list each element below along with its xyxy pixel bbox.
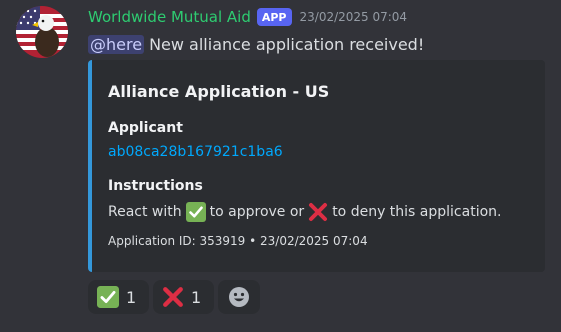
field-value-instructions: React with to approve or to deny this ap… [108, 201, 501, 223]
message-content: @here New alliance application received! [88, 32, 424, 56]
avatar[interactable] [16, 6, 68, 58]
instructions-text-before: React with [108, 204, 182, 220]
instructions-text-after: to deny this application. [332, 204, 502, 220]
embed-card: Alliance Application - US Applicant ab08… [88, 60, 545, 272]
check-mark-icon [185, 202, 206, 222]
field-name-instructions: Instructions [108, 178, 203, 194]
reactions-bar: 1 1 [88, 280, 260, 314]
add-reaction-icon [228, 286, 250, 308]
add-reaction-button[interactable] [218, 280, 260, 314]
check-mark-icon [97, 286, 119, 308]
field-name-applicant: Applicant [108, 120, 183, 136]
embed-title: Alliance Application - US [108, 82, 330, 101]
cross-mark-icon [308, 202, 328, 222]
instructions-text-middle: to approve or [209, 204, 305, 220]
reaction-check[interactable]: 1 [88, 280, 149, 314]
reaction-count: 1 [191, 287, 202, 307]
here-mention[interactable]: @here [88, 34, 145, 54]
message-header: Worldwide Mutual Aid APP 23/02/2025 07:0… [88, 6, 407, 28]
embed-footer: Application ID: 353919 • 23/02/2025 07:0… [108, 234, 368, 248]
reaction-cross[interactable]: 1 [153, 280, 214, 314]
avatar-image [16, 6, 68, 58]
message-timestamp[interactable]: 23/02/2025 07:04 [300, 10, 408, 24]
author-name[interactable]: Worldwide Mutual Aid [88, 8, 251, 26]
cross-mark-icon [162, 286, 184, 308]
message-text: New alliance application received! [149, 34, 425, 54]
reaction-count: 1 [126, 287, 137, 307]
applicant-link[interactable]: ab08ca28b167921c1ba6 [108, 144, 283, 160]
app-badge: APP [256, 8, 292, 26]
